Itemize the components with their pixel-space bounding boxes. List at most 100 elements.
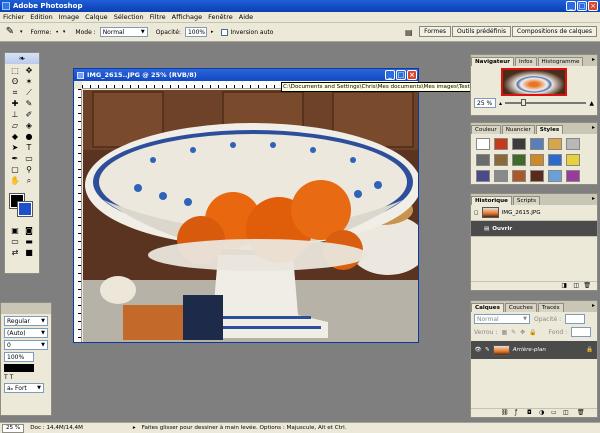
blend-mode-select[interactable]: Normal ▼ [474, 314, 530, 324]
dodge-tool-icon[interactable]: ● [22, 132, 36, 142]
opacity-input[interactable]: 100% [184, 27, 207, 37]
style-swatch[interactable] [566, 154, 580, 166]
notes-tool-icon[interactable]: ▢ [8, 165, 22, 175]
panel-menu-icon[interactable]: ▸ [592, 302, 595, 309]
menu-edition[interactable]: Edition [30, 13, 53, 21]
style-swatch[interactable] [476, 138, 490, 150]
brush-tool-icon-box[interactable]: ✎ [22, 99, 36, 109]
history-brush-tool-icon[interactable]: ✐ [22, 110, 36, 120]
eye-icon[interactable]: 👁 [474, 347, 482, 353]
tab-traces[interactable]: Tracés [537, 303, 564, 312]
pen-tool-icon[interactable]: ✒ [8, 154, 22, 164]
slice-tool-icon[interactable]: ⟋ [22, 88, 36, 98]
jump-to-imageready-icon[interactable]: ⇄ [8, 248, 22, 258]
tab-navigateur[interactable]: Navigateur [471, 57, 515, 66]
leading-select[interactable]: (Auto) ▼ [4, 328, 48, 338]
brush-link-icon[interactable]: ✎ [485, 347, 490, 353]
image-canvas[interactable] [83, 90, 418, 342]
tab-couches[interactable]: Couches [504, 303, 537, 312]
navigator-zoom-input[interactable]: 25 % [474, 98, 496, 108]
stamp-tool-icon[interactable]: ⊥ [8, 110, 22, 120]
document-title-bar[interactable]: IMG_2615..JPG @ 25% (RVB/8) _ □ × [74, 69, 418, 81]
screen-mode-2-icon[interactable]: ▬ [22, 237, 36, 247]
standard-mode-icon[interactable]: ▣ [8, 226, 22, 236]
eraser-tool-icon[interactable]: ▱ [8, 121, 22, 131]
lock-transparency-icon[interactable]: ▦ [501, 329, 507, 336]
palette-well-tab-compositions[interactable]: Compositions de calques [512, 26, 597, 37]
text-color-swatch[interactable] [4, 364, 34, 372]
zoom-slider-knob[interactable] [521, 99, 527, 106]
zoom-slider[interactable] [505, 99, 587, 106]
maximize-icon[interactable]: □ [396, 70, 406, 80]
background-color-swatch[interactable] [17, 201, 33, 217]
tab-styles[interactable]: Styles [535, 125, 564, 134]
status-menu-arrow-icon[interactable]: ▸ [133, 425, 136, 431]
tab-calques[interactable]: Calques [471, 303, 504, 312]
style-swatch[interactable] [548, 170, 562, 182]
menu-fichier[interactable]: Fichier [3, 13, 24, 21]
tab-historique[interactable]: Historique [471, 196, 512, 205]
menu-image[interactable]: Image [59, 13, 79, 21]
brush-dropdown-arrow[interactable]: ▾ [63, 29, 66, 35]
lasso-tool-icon[interactable]: ʘ [8, 77, 22, 87]
layer-fill-input[interactable] [571, 327, 592, 337]
maximize-icon[interactable]: □ [577, 1, 587, 11]
layer-mask-icon[interactable]: ◘ [527, 409, 532, 416]
bucket-tool-icon[interactable]: ◈ [22, 121, 36, 131]
lock-all-icon[interactable]: 🔒 [529, 329, 536, 336]
tool-preset-arrow[interactable]: ▾ [20, 29, 23, 35]
style-swatch[interactable] [566, 170, 580, 182]
new-snapshot-icon[interactable]: ◫ [573, 282, 579, 289]
layer-style-icon[interactable]: ƒ [515, 409, 517, 416]
tracking-select[interactable]: 0 ▼ [4, 340, 48, 350]
style-swatch[interactable] [494, 154, 508, 166]
opacity-arrow-icon[interactable]: ▸ [211, 29, 214, 35]
move-tool-icon[interactable]: ✥ [22, 66, 36, 76]
style-swatch[interactable] [530, 138, 544, 150]
trash-icon[interactable]: 🗑 [577, 409, 585, 416]
style-swatch[interactable] [476, 154, 490, 166]
antialias-select[interactable]: aₐ Fort ▼ [4, 383, 44, 393]
blur-tool-icon[interactable]: ◆ [8, 132, 22, 142]
faux-italic-icon[interactable]: T [10, 374, 14, 381]
healing-tool-icon[interactable]: ✚ [8, 99, 22, 109]
adjustment-layer-icon[interactable]: ◑ [539, 409, 544, 416]
layer-opacity-input[interactable] [565, 314, 586, 324]
zoom-tool-icon[interactable]: ⌕ [22, 176, 36, 186]
navigator-thumbnail[interactable] [501, 68, 567, 96]
auto-erase-checkbox[interactable] [221, 28, 229, 36]
screen-mode-3-icon[interactable]: ■ [22, 248, 36, 258]
crop-tool-icon[interactable]: ⌗ [8, 88, 22, 98]
style-swatch[interactable] [548, 138, 562, 150]
new-group-icon[interactable]: ▭ [551, 409, 557, 416]
vertical-ruler[interactable] [74, 89, 82, 342]
tab-nuancier[interactable]: Nuancier [501, 125, 535, 134]
menu-filtre[interactable]: Filtre [150, 13, 166, 21]
tab-histogramme[interactable]: Histogramme [537, 57, 584, 66]
mode-select[interactable]: Normal ▼ [99, 27, 148, 37]
eyedropper-tool-icon[interactable]: ⚲ [22, 165, 36, 175]
minimize-icon[interactable]: _ [566, 1, 576, 11]
menu-aide[interactable]: Aide [239, 13, 253, 21]
shape-tool-icon[interactable]: ▭ [22, 154, 36, 164]
file-browser-icon[interactable]: ▤ [405, 28, 413, 37]
style-swatch[interactable] [494, 170, 508, 182]
magic-wand-tool-icon[interactable]: ✶ [22, 77, 36, 87]
trash-icon[interactable]: 🗑 [583, 282, 591, 289]
minimize-icon[interactable]: _ [385, 70, 395, 80]
toolbox-header[interactable]: ❧ [5, 53, 39, 64]
path-select-tool-icon[interactable]: ➤ [8, 143, 22, 153]
lock-pixels-icon[interactable]: ✎ [511, 329, 516, 336]
close-icon[interactable]: × [588, 1, 598, 11]
menu-selection[interactable]: Sélection [114, 13, 144, 21]
marquee-tool-icon[interactable]: ⬚ [8, 66, 22, 76]
tab-scripts[interactable]: Scripts [512, 196, 541, 205]
status-zoom[interactable]: 25 % [2, 423, 25, 433]
style-swatch[interactable] [476, 170, 490, 182]
font-style-select[interactable]: Regular ▼ [4, 316, 48, 326]
zoom-in-icon[interactable]: ▲ [589, 100, 594, 107]
zoom-out-icon[interactable]: ▴ [499, 100, 502, 107]
close-icon[interactable]: × [407, 70, 417, 80]
brush-tool-icon[interactable]: ✎ [4, 26, 16, 38]
panel-menu-icon[interactable]: ▸ [592, 56, 595, 63]
